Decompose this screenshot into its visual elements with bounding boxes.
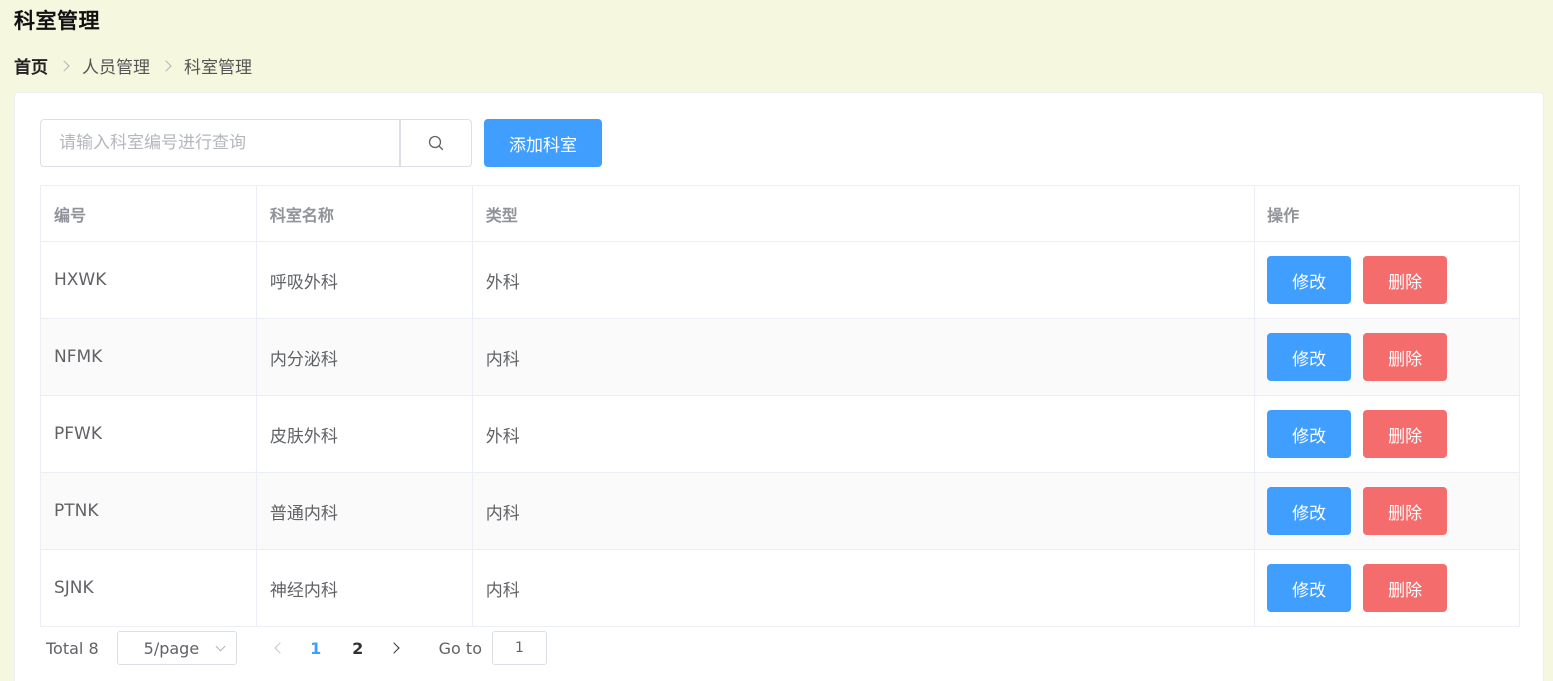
delete-button[interactable]: 删除 bbox=[1363, 410, 1448, 458]
cell-name: 神经内科 bbox=[255, 549, 473, 627]
chevron-down-icon bbox=[215, 641, 226, 651]
table-header-row: 编号 科室名称 类型 操作 bbox=[40, 185, 1520, 242]
breadcrumb-home[interactable]: 首页 bbox=[14, 53, 48, 78]
cell-id: SJNK bbox=[40, 549, 257, 627]
prev-page-button[interactable] bbox=[265, 633, 295, 663]
page-size-select[interactable]: 5/page bbox=[116, 631, 237, 665]
pagination: Total 8 5/page 1 2 Go to bbox=[46, 631, 547, 665]
edit-button[interactable]: 修改 bbox=[1267, 487, 1352, 535]
chevron-left-icon bbox=[273, 642, 286, 654]
cell-type: 外科 bbox=[471, 241, 1256, 319]
edit-button[interactable]: 修改 bbox=[1267, 333, 1352, 381]
table-row: HXWK 呼吸外科 外科 修改 删除 bbox=[40, 241, 1520, 319]
goto-page-input[interactable] bbox=[491, 631, 547, 665]
cell-actions: 修改 删除 bbox=[1254, 241, 1520, 319]
content-card: 添加科室 编号 科室名称 类型 操作 HXWK 呼吸外科 外科 修改删除 NFM… bbox=[14, 92, 1544, 681]
cell-type: 内科 bbox=[471, 318, 1256, 396]
cell-name: 内分泌科 bbox=[255, 318, 473, 396]
header-type: 类型 bbox=[471, 185, 1256, 242]
delete-button[interactable]: 删除 bbox=[1363, 333, 1448, 381]
edit-button[interactable]: 修改 bbox=[1267, 564, 1352, 612]
header-actions: 操作 bbox=[1254, 185, 1520, 242]
table-row: PTNK 普通内科 内科 修改 删除 bbox=[40, 472, 1520, 550]
cell-name: 呼吸外科 bbox=[255, 241, 473, 319]
header-name: 科室名称 bbox=[255, 185, 473, 242]
cell-actions: 修改 删除 bbox=[1254, 549, 1520, 627]
edit-button[interactable]: 修改 bbox=[1267, 256, 1352, 304]
chevron-right-icon bbox=[58, 59, 70, 72]
breadcrumb-department-management: 科室管理 bbox=[184, 58, 252, 78]
cell-type: 外科 bbox=[471, 395, 1256, 473]
table-row: NFMK 内分泌科 内科 修改 删除 bbox=[40, 318, 1520, 396]
cell-id: PFWK bbox=[40, 395, 257, 473]
cell-id: HXWK bbox=[40, 241, 257, 319]
next-page-button[interactable] bbox=[379, 633, 409, 663]
pagination-total: Total 8 bbox=[46, 638, 99, 658]
page-number-2[interactable]: 2 bbox=[341, 633, 375, 663]
cell-id: PTNK bbox=[40, 472, 257, 550]
header-id: 编号 bbox=[40, 185, 257, 242]
chevron-right-icon bbox=[387, 642, 400, 654]
table-row: SJNK 神经内科 内科 修改 删除 bbox=[40, 549, 1520, 627]
page-size-value: 5/page bbox=[143, 638, 200, 658]
edit-button[interactable]: 修改 bbox=[1267, 410, 1352, 458]
search-icon bbox=[428, 135, 444, 151]
search-button[interactable] bbox=[400, 119, 472, 167]
cell-name: 皮肤外科 bbox=[255, 395, 473, 473]
cell-actions: 修改 删除 bbox=[1254, 472, 1520, 550]
cell-type: 内科 bbox=[471, 472, 1256, 550]
page-number-1[interactable]: 1 bbox=[299, 633, 333, 663]
goto-label: Go to bbox=[438, 638, 482, 658]
delete-button[interactable]: 删除 bbox=[1363, 564, 1448, 612]
delete-button[interactable]: 删除 bbox=[1363, 256, 1448, 304]
cell-name: 普通内科 bbox=[255, 472, 473, 550]
department-table: 编号 科室名称 类型 操作 HXWK 呼吸外科 外科 修改 删除 NFMK 内分泌… bbox=[40, 185, 1520, 627]
delete-button[interactable]: 删除 bbox=[1363, 487, 1448, 535]
add-department-button[interactable]: 添加科室 bbox=[484, 119, 602, 167]
chevron-right-icon bbox=[160, 59, 172, 72]
breadcrumb-staff-management[interactable]: 人员管理 bbox=[82, 53, 150, 78]
table-row: PFWK 皮肤外科 外科 修改 删除 bbox=[40, 395, 1520, 473]
cell-id: NFMK bbox=[40, 318, 257, 396]
search-input[interactable] bbox=[40, 119, 400, 167]
breadcrumb: 首页 人员管理 科室管理 bbox=[14, 53, 252, 78]
cell-actions: 修改 删除 bbox=[1254, 318, 1520, 396]
page-title: 科室管理 bbox=[14, 9, 100, 33]
cell-actions: 修改 删除 bbox=[1254, 395, 1520, 473]
cell-type: 内科 bbox=[471, 549, 1256, 627]
